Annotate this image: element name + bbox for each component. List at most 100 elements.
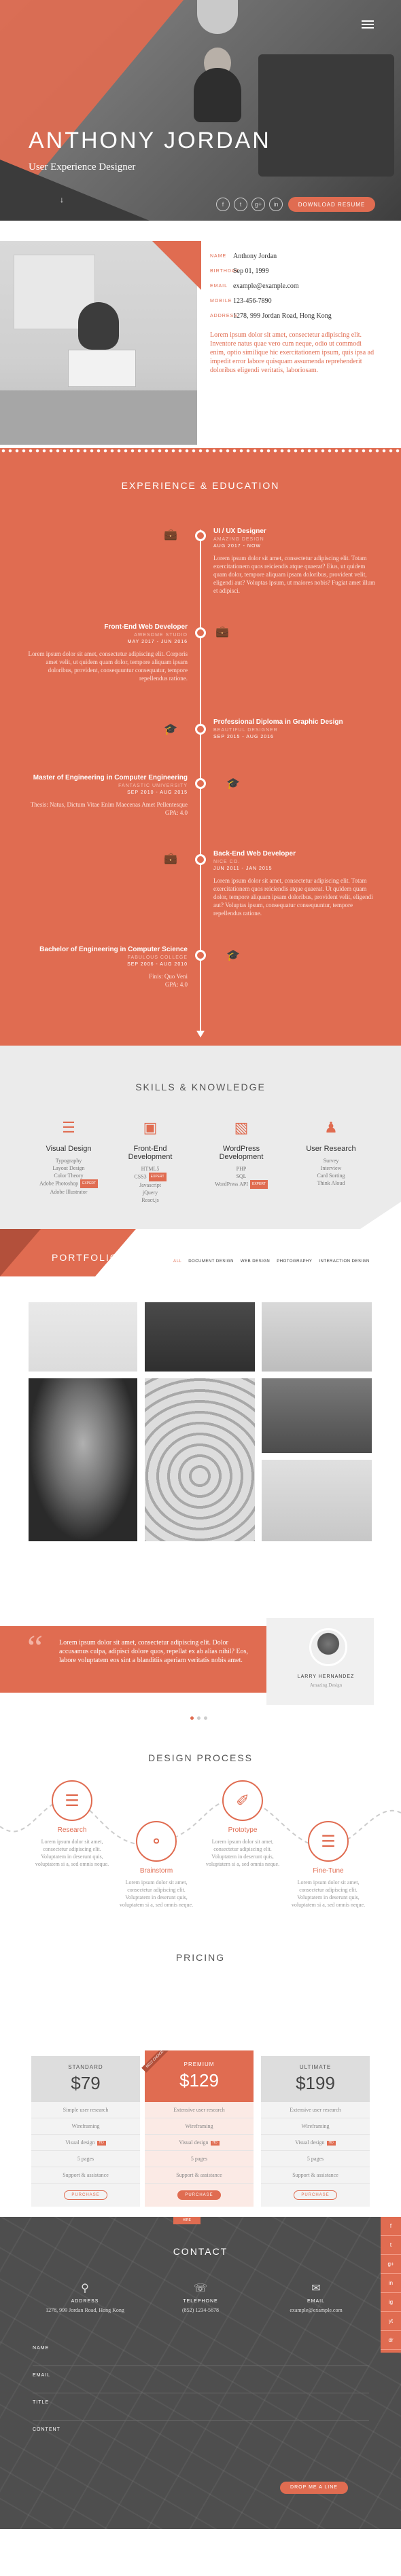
timeline-desc: Thesis: Natus, Dictum Vitae Enim Maecena… [30,801,188,816]
process-section: DESIGN PROCESS ☰ Research Lorem ipsum do… [0,1731,401,2050]
users-icon: ♟ [324,1119,338,1136]
expert-badge: EXPERT [250,1180,268,1189]
info-value: Sep 01, 1999 [233,268,269,275]
timeline-node [195,950,206,961]
purchase-button[interactable]: PURCHASE [294,2190,337,2200]
download-resume-button[interactable]: DOWNLOAD RESUME [288,197,375,212]
timeline-org: BEAUTIFUL DESIGNER [213,728,278,733]
purchase-button[interactable]: PURCHASE [64,2190,107,2200]
hd-badge: HD [210,2140,220,2146]
plan-feature: Support & assistance [145,2167,254,2184]
testimonial-section: “ Lorem ipsum dolor sit amet, consectetu… [0,1616,401,1731]
google-plus-icon[interactable]: g+ [381,2255,401,2274]
skill-item: Adobe Photoshop EXPERT [31,1179,106,1188]
timeline-org: AMAZING DESIGN [213,537,264,542]
linkedin-icon[interactable]: in [381,2274,401,2293]
facebook-icon[interactable]: f [381,2217,401,2236]
facebook-icon[interactable]: f [216,198,230,211]
contact-name-field: NAME [33,2339,369,2366]
send-button[interactable]: DROP ME A LINE [280,2482,348,2494]
timeline-org: AWESOME STUDIO [134,633,188,638]
hero-name: ANTHONY JORDAN [29,128,271,153]
plan-name: PREMIUM [184,2061,215,2067]
timeline-node [195,724,206,735]
about-bio: Lorem ipsum dolor sit amet, consectetur … [210,331,374,374]
plan-feature: 5 pages [261,2151,370,2167]
hire-tab[interactable]: HIRE [173,2217,201,2224]
portfolio-item[interactable] [262,1302,372,1372]
skill-item: PHP [236,1166,247,1172]
content-input[interactable] [73,2423,359,2438]
google-plus-icon[interactable]: g+ [251,198,265,211]
info-row-email: EMAIL example@example.com [210,279,332,294]
timeline-arrow-icon [196,1031,205,1037]
about-info-list: NAME Anthony Jordan BIRTHDAY Sep 01, 1999 … [210,249,332,324]
dribbble-icon[interactable]: dr [381,2331,401,2350]
title-input[interactable] [73,2396,359,2411]
info-value[interactable]: example@example.com [233,279,299,294]
portfolio-item[interactable] [145,1378,255,1541]
pricing-card-ultimate: ULTIMATE $199 Extensive user research Wir… [261,2056,370,2207]
dotted-divider [0,448,401,454]
layers-icon: ☰ [62,1119,75,1136]
skill-item: Color Theory [54,1173,84,1179]
youtube-icon[interactable]: yt [381,2312,401,2331]
portfolio-item[interactable] [29,1302,137,1372]
plan-feature: Wireframing [31,2118,140,2135]
about-laptop-shape [68,350,136,387]
name-input[interactable] [73,2342,359,2357]
twitter-icon[interactable]: t [234,198,247,211]
hamburger-menu-icon[interactable] [362,20,374,31]
skill-group: ☰ Visual Design Typography Layout Design… [31,1119,106,1196]
filter-document-design[interactable]: DOCUMENT DESIGN [188,1259,234,1264]
timeline-date: MAY 2017 - JUN 2016 [127,640,188,644]
portfolio-heading: PORTFOLIO [52,1252,119,1263]
portfolio-item[interactable] [29,1378,137,1541]
purchase-button[interactable]: PURCHASE [177,2190,221,2200]
process-step-title: Fine-Tune [313,1867,344,1875]
field-label: CONTENT [33,2427,60,2432]
pricing-section: STANDARD $79 Simple user research Wirefra… [0,2050,401,2217]
instagram-icon[interactable]: ig [381,2293,401,2312]
filter-web-design[interactable]: WEB DESIGN [241,1259,270,1264]
contact-value[interactable]: example@example.com [248,2307,384,2313]
graduation-cap-icon: 🎓 [226,950,240,961]
field-label: EMAIL [33,2373,51,2378]
pricing-card-premium: PREMIUM $129 BEST CHOICE Extensive user r… [141,2050,254,2207]
contact-content-field: CONTENT [33,2421,369,2475]
process-step: ⚬ Brainstorm Lorem ipsum dolor sit amet,… [116,1821,196,1909]
skill-group: ▧ WordPress Development PHP SQL WordPres… [204,1119,279,1189]
filter-interaction-design[interactable]: INTERACTION DESIGN [319,1259,369,1264]
email-input[interactable] [73,2369,359,2384]
portfolio-item[interactable] [262,1378,372,1453]
process-step: ☰ Fine-Tune Lorem ipsum dolor sit amet, … [288,1821,368,1909]
skill-item: Layout Design [52,1165,85,1171]
filter-all[interactable]: ALL [173,1259,181,1264]
portfolio-item[interactable] [262,1460,372,1541]
carousel-dot[interactable] [204,1716,207,1720]
avatar [309,1628,347,1666]
linkedin-icon[interactable]: in [269,198,283,211]
contact-email-field: EMAIL [33,2366,369,2393]
filter-photography[interactable]: PHOTOGRAPHY [277,1259,312,1264]
code-window-icon: ▧ [234,1119,249,1136]
about-person-shape [78,302,119,350]
skills-section: SKILLS & KNOWLEDGE ☰ Visual Design Typog… [0,1046,401,1229]
portfolio-section: PORTFOLIO ALL DOCUMENT DESIGN WEB DESIGN… [0,1229,401,1616]
carousel-dot[interactable] [190,1716,194,1720]
timeline-date: JUN 2011 - JAN 2015 [213,866,273,871]
timeline-org: FANTASTIC UNIVERSITY [118,784,188,788]
contact-label: EMAIL [307,2299,325,2304]
carousel-dot[interactable] [197,1716,201,1720]
info-row-name: NAME Anthony Jordan [210,249,332,264]
chevrons-down-icon[interactable]: ↓ [60,195,64,205]
about-section: NAME Anthony Jordan BIRTHDAY Sep 01, 1999 … [0,221,401,448]
twitter-icon[interactable]: t [381,2236,401,2255]
plan-feature: 5 pages [31,2151,140,2167]
info-row-address: ADDRESS 1278, 999 Jordan Road, Hong Kong [210,309,332,324]
timeline-node [195,530,206,541]
briefcase-icon: 💼 [215,626,229,638]
timeline-node [195,627,206,638]
portfolio-item[interactable] [145,1302,255,1372]
contact-title-field: TITLE [33,2393,369,2421]
